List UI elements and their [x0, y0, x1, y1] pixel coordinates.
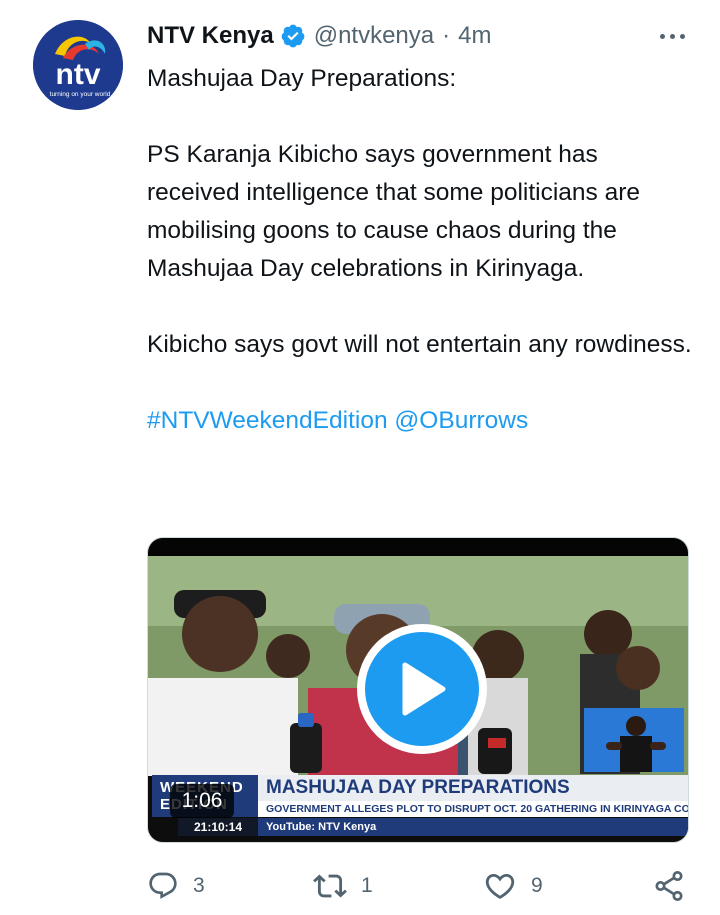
play-icon: [402, 662, 446, 716]
avatar-logo-text: ntv: [56, 58, 101, 91]
interpreter-image: [584, 708, 684, 772]
ntv-logo: ntv turning on your world: [33, 20, 123, 110]
video-source: YouTube: NTV Kenya: [258, 818, 688, 836]
avatar-tagline: turning on your world: [50, 91, 111, 98]
separator-dot: ·: [442, 22, 451, 49]
like-action[interactable]: 9: [483, 866, 543, 906]
verified-badge-icon: [281, 24, 305, 48]
reply-action[interactable]: 3: [147, 866, 205, 906]
tweet-paragraph: PS Karanja Kibicho says government has r…: [147, 141, 640, 282]
retweet-action[interactable]: 1: [313, 866, 373, 906]
avatar[interactable]: ntv turning on your world: [33, 20, 123, 110]
reply-count: 3: [193, 874, 205, 897]
tweet-text: Mashujaa Day Preparations: PS Karanja Ki…: [147, 60, 697, 440]
tweet-actions: 3 1 9: [147, 866, 692, 906]
like-count: 9: [531, 874, 543, 897]
share-icon[interactable]: [652, 869, 686, 903]
display-name[interactable]: NTV Kenya: [147, 22, 274, 50]
banner-subtitle: GOVERNMENT ALLEGES PLOT TO DISRUPT OCT. …: [258, 801, 688, 817]
tweet-paragraph: Kibicho says govt will not entertain any…: [147, 331, 692, 358]
video-duration: 1:06: [170, 784, 234, 818]
share-action[interactable]: [652, 866, 686, 906]
handle[interactable]: @ntvkenya: [314, 22, 434, 50]
sign-language-inset: [584, 708, 684, 772]
retweet-count: 1: [361, 874, 373, 897]
tweet-paragraph: Mashujaa Day Preparations:: [147, 65, 457, 92]
hashtag-link[interactable]: #NTVWeekendEdition: [147, 407, 388, 434]
mention-link[interactable]: @OBurrows: [394, 407, 528, 434]
banner-title: MASHUJAA DAY PREPARATIONS: [258, 775, 688, 801]
tweet[interactable]: ntv turning on your world NTV Kenya @ntv…: [0, 0, 720, 915]
tweet-header: NTV Kenya @ntvkenya · 4m: [147, 18, 491, 54]
reply-icon[interactable]: [147, 870, 179, 902]
more-options-icon[interactable]: [652, 22, 692, 50]
timestamp[interactable]: 4m: [458, 22, 491, 50]
tweet-links: #NTVWeekendEdition @OBurrows: [147, 402, 697, 440]
heart-icon[interactable]: [483, 869, 517, 903]
broadcast-clock: 21:10:14: [178, 818, 258, 836]
retweet-icon[interactable]: [313, 869, 347, 903]
video-player[interactable]: WEEKEND EDITION MASHUJAA DAY PREPARATION…: [147, 537, 689, 843]
play-button[interactable]: [357, 624, 487, 754]
